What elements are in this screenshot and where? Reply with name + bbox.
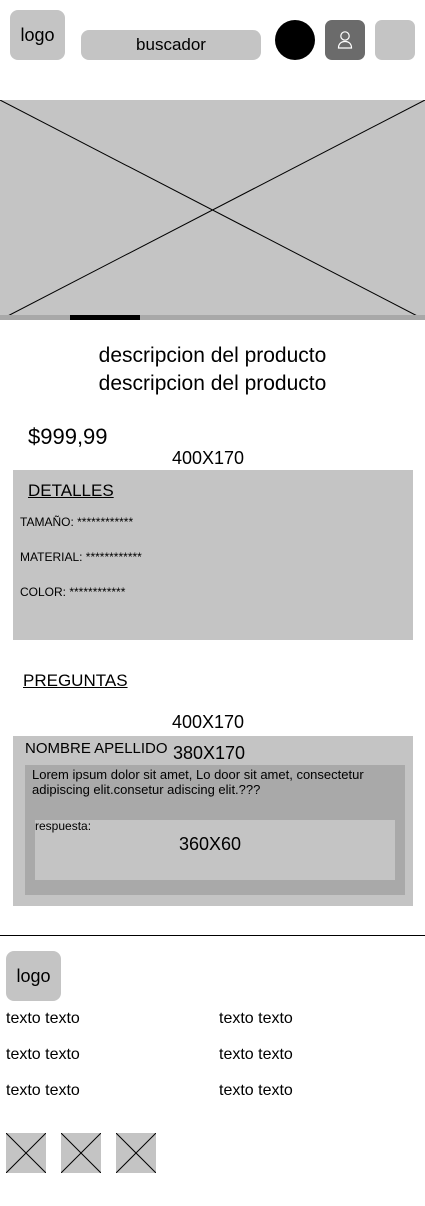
footer-logo[interactable]: logo [6,951,61,1001]
placeholder-image-icon [5,1132,47,1174]
social-link-3[interactable] [115,1132,157,1174]
footer-link[interactable]: texto texto [6,1046,80,1064]
spec-material: MATERIAL: ************ [20,550,142,564]
carousel-indicator-active[interactable] [70,315,140,320]
cart-button[interactable] [375,20,415,60]
header-logo[interactable]: logo [10,10,65,60]
placeholder-image-icon [115,1132,157,1174]
spec-color: COLOR: ************ [20,585,126,599]
answer-label: respuesta: [35,819,92,833]
search-input[interactable]: buscador [81,30,261,60]
question-user-name: NOMBRE APELLIDO [25,740,168,757]
details-title[interactable]: DETALLES [28,481,114,501]
footer-link[interactable]: texto texto [6,1010,80,1028]
social-link-2[interactable] [60,1132,102,1174]
footer-link[interactable]: texto texto [219,1082,293,1100]
footer-link[interactable]: texto texto [6,1082,80,1100]
footer-logo-text: logo [16,965,51,986]
placeholder-image-icon [60,1132,102,1174]
search-placeholder: buscador [136,35,206,54]
details-dimension-label: 400X170 [172,448,245,468]
footer-link[interactable]: texto texto [219,1046,293,1064]
footer-divider [0,935,425,936]
user-account-button[interactable] [325,20,365,60]
questions-title[interactable]: PREGUNTAS [23,671,128,691]
question-inner-dimension-label: 380X170 [173,743,246,763]
question-text: Lorem ipsum dolor sit amet, Lo door sit … [32,767,364,797]
product-description-line2: descripcion del producto [98,372,327,395]
product-price: $999,99 [28,424,108,449]
question-card-dimension-label: 400X170 [172,712,245,732]
spec-size: TAMAÑO: ************ [20,515,134,529]
product-image-carousel[interactable] [0,100,425,320]
social-link-1[interactable] [5,1132,47,1174]
footer-link[interactable]: texto texto [219,1010,293,1028]
carousel-indicator-track [0,315,425,320]
header-logo-text: logo [20,24,55,45]
product-description-line1: descripcion del producto [98,344,327,367]
user-icon [337,31,353,49]
profile-circle-button[interactable] [275,20,315,60]
placeholder-image-icon [0,100,425,320]
answer-dimension-label: 360X60 [179,834,242,854]
